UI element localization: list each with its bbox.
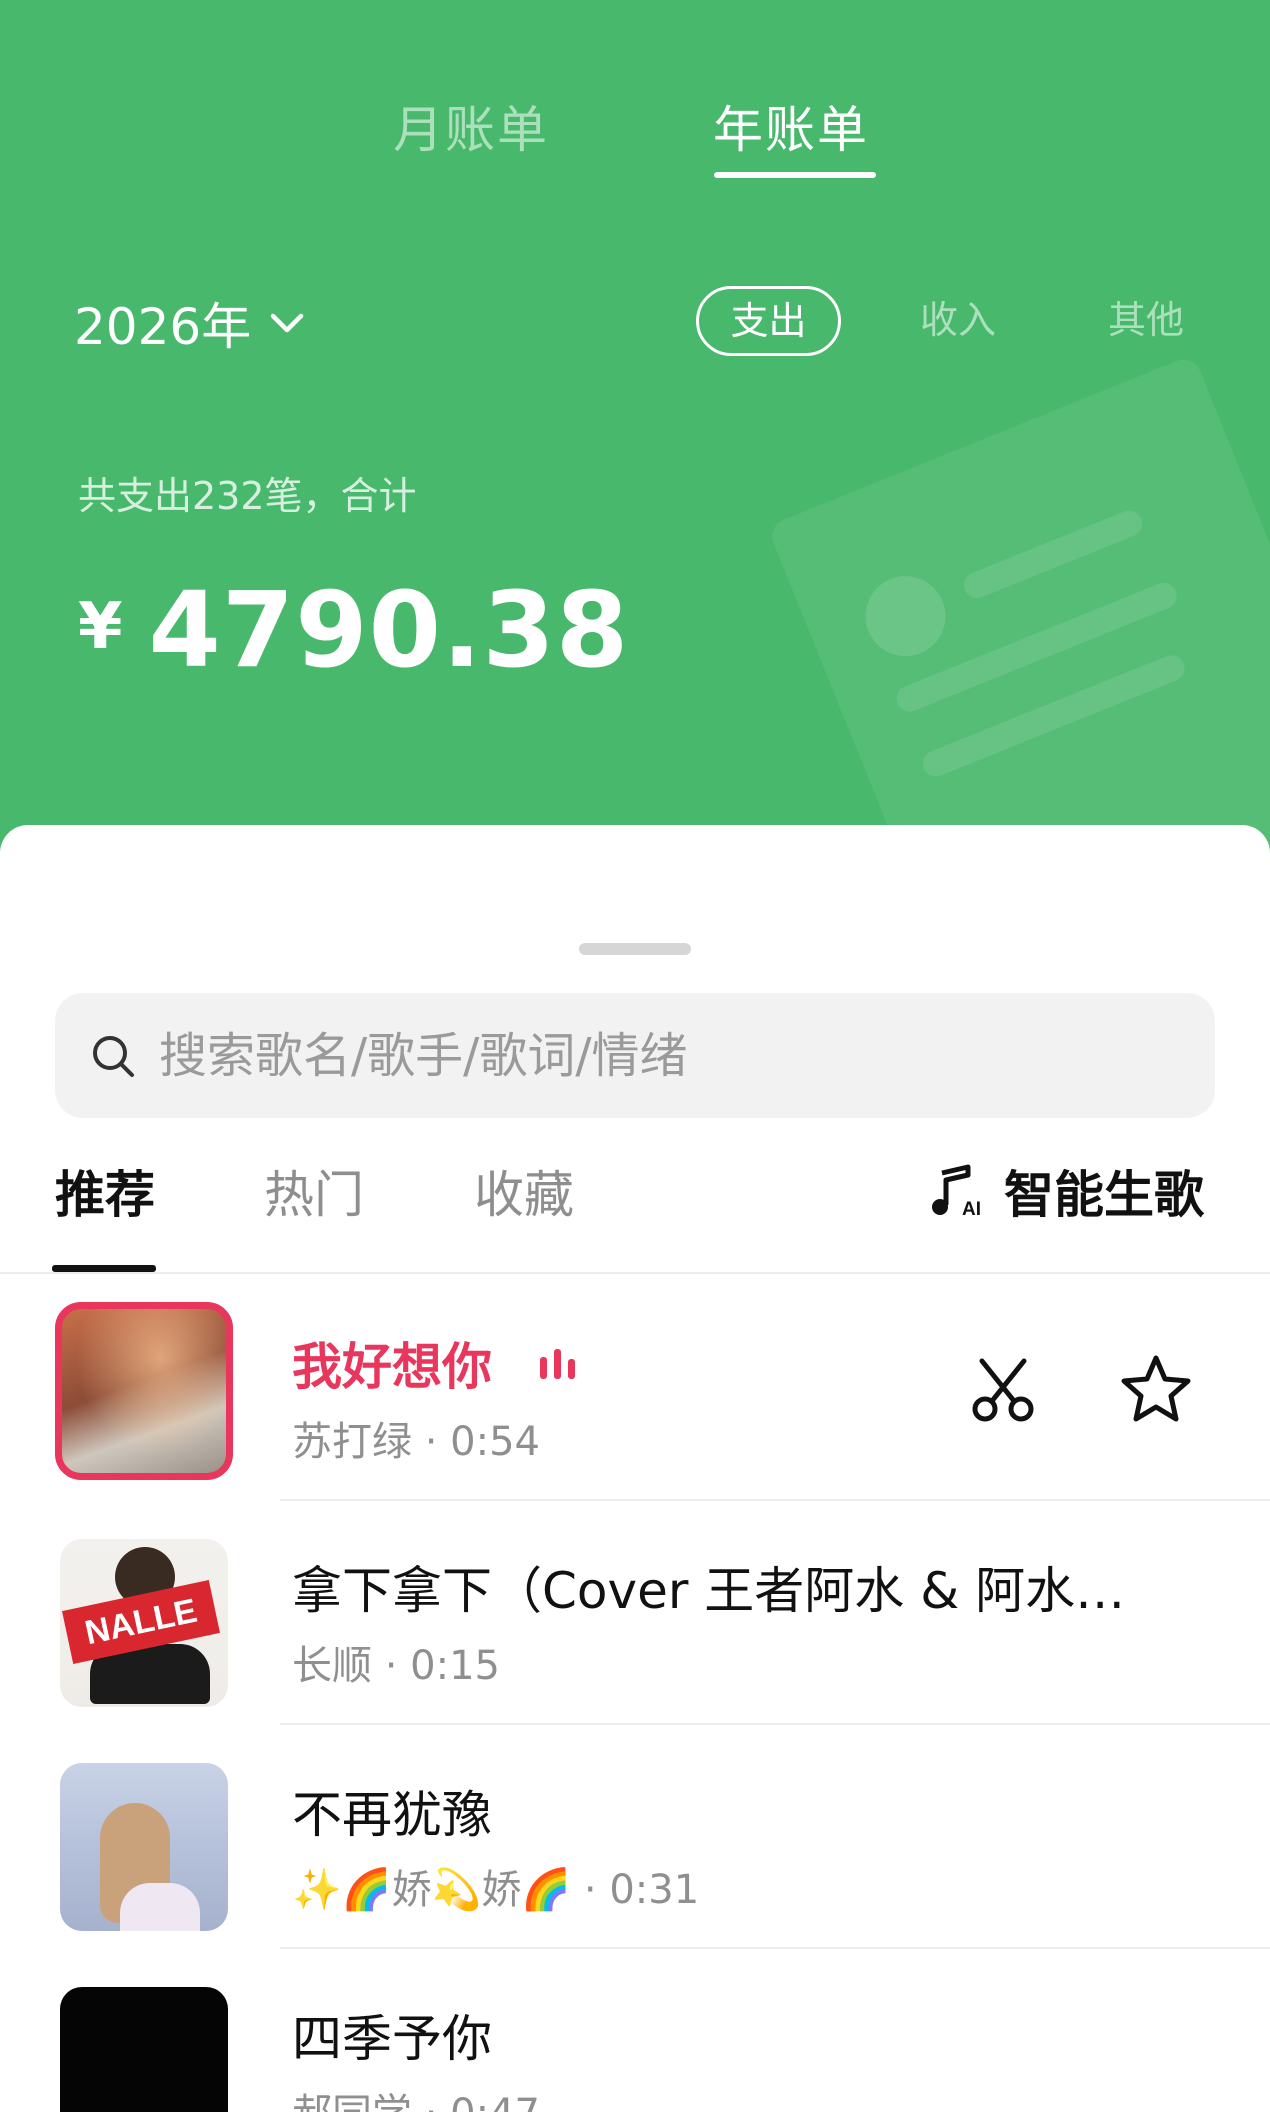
song-item[interactable]: 四季予你 郝同学 · 0:47 <box>0 1949 1270 2112</box>
scissors-icon[interactable] <box>968 1355 1038 1425</box>
tab-yearly-bill[interactable]: 年账单 <box>713 90 869 162</box>
song-meta: ✨🌈娇💫娇🌈 · 0:31 <box>292 1867 700 1913</box>
filter-expense[interactable]: 支出 <box>696 286 841 356</box>
sheet-drag-handle[interactable] <box>579 943 691 955</box>
bill-header: 月账单 年账单 2026年 支出 收入 其他 共支出232笔，合计 ¥ 4790… <box>0 0 1270 880</box>
song-title: 拿下拿下（Cover 王者阿水 & 阿水… <box>292 1562 1126 1620</box>
filter-other[interactable]: 其他 <box>1108 286 1184 354</box>
tab-favorites[interactable]: 收藏 <box>474 1155 574 1227</box>
search-input[interactable] <box>159 1027 1119 1084</box>
song-meta: 郝同学 · 0:47 <box>292 2081 540 2112</box>
song-item[interactable]: NALLE 拿下拿下（Cover 王者阿水 & 阿水… 长顺 · 0:15 <box>0 1501 1270 1725</box>
music-picker-sheet: 推荐 热门 收藏 AI 智能生歌 我好想你 苏打绿 · 0:54 <box>0 825 1270 2112</box>
song-title: 我好想你 <box>292 1338 492 1396</box>
album-cover <box>60 1987 228 2112</box>
album-cover <box>60 1763 228 1931</box>
song-list: 我好想你 苏打绿 · 0:54 NALLE 拿下拿下（Cover 王者阿水 & … <box>0 1277 1270 2112</box>
search-icon <box>93 1035 134 1077</box>
song-title: 不再犹豫 <box>292 1786 492 1844</box>
active-song-tab-indicator <box>52 1265 156 1272</box>
album-cover: NALLE <box>60 1539 228 1707</box>
tab-monthly-bill[interactable]: 月账单 <box>393 90 549 162</box>
tab-recommended[interactable]: 推荐 <box>55 1155 155 1227</box>
bill-period-tabs: 月账单 年账单 <box>0 90 1270 180</box>
expense-summary: 共支出232笔，合计 <box>78 474 417 518</box>
svg-text:AI: AI <box>962 1199 981 1219</box>
currency-symbol: ¥ <box>78 590 123 664</box>
bill-illustration <box>766 354 1270 880</box>
song-search-bar[interactable] <box>55 993 1215 1118</box>
song-item[interactable]: 我好想你 苏打绿 · 0:54 <box>0 1277 1270 1501</box>
ai-song-button[interactable]: AI 智能生歌 <box>928 1155 1204 1227</box>
filter-income[interactable]: 收入 <box>920 286 996 354</box>
amount-value: 4790.38 <box>148 569 630 691</box>
bill-type-filters: 支出 收入 其他 <box>0 286 1270 358</box>
tabs-divider <box>0 1272 1270 1274</box>
active-tab-indicator <box>714 172 876 178</box>
ai-song-label: 智能生歌 <box>1004 1166 1204 1224</box>
music-ai-icon: AI <box>932 1164 981 1219</box>
tab-popular[interactable]: 热门 <box>264 1155 364 1227</box>
star-icon[interactable] <box>1120 1353 1192 1425</box>
total-amount: ¥ 4790.38 <box>78 578 629 682</box>
album-cover <box>55 1302 233 1480</box>
song-meta: 苏打绿 · 0:54 <box>292 1419 540 1465</box>
song-item[interactable]: 不再犹豫 ✨🌈娇💫娇🌈 · 0:31 <box>0 1725 1270 1949</box>
song-meta: 长顺 · 0:15 <box>292 1643 500 1689</box>
song-title: 四季予你 <box>292 2010 492 2068</box>
playing-bars-icon <box>540 1349 575 1379</box>
